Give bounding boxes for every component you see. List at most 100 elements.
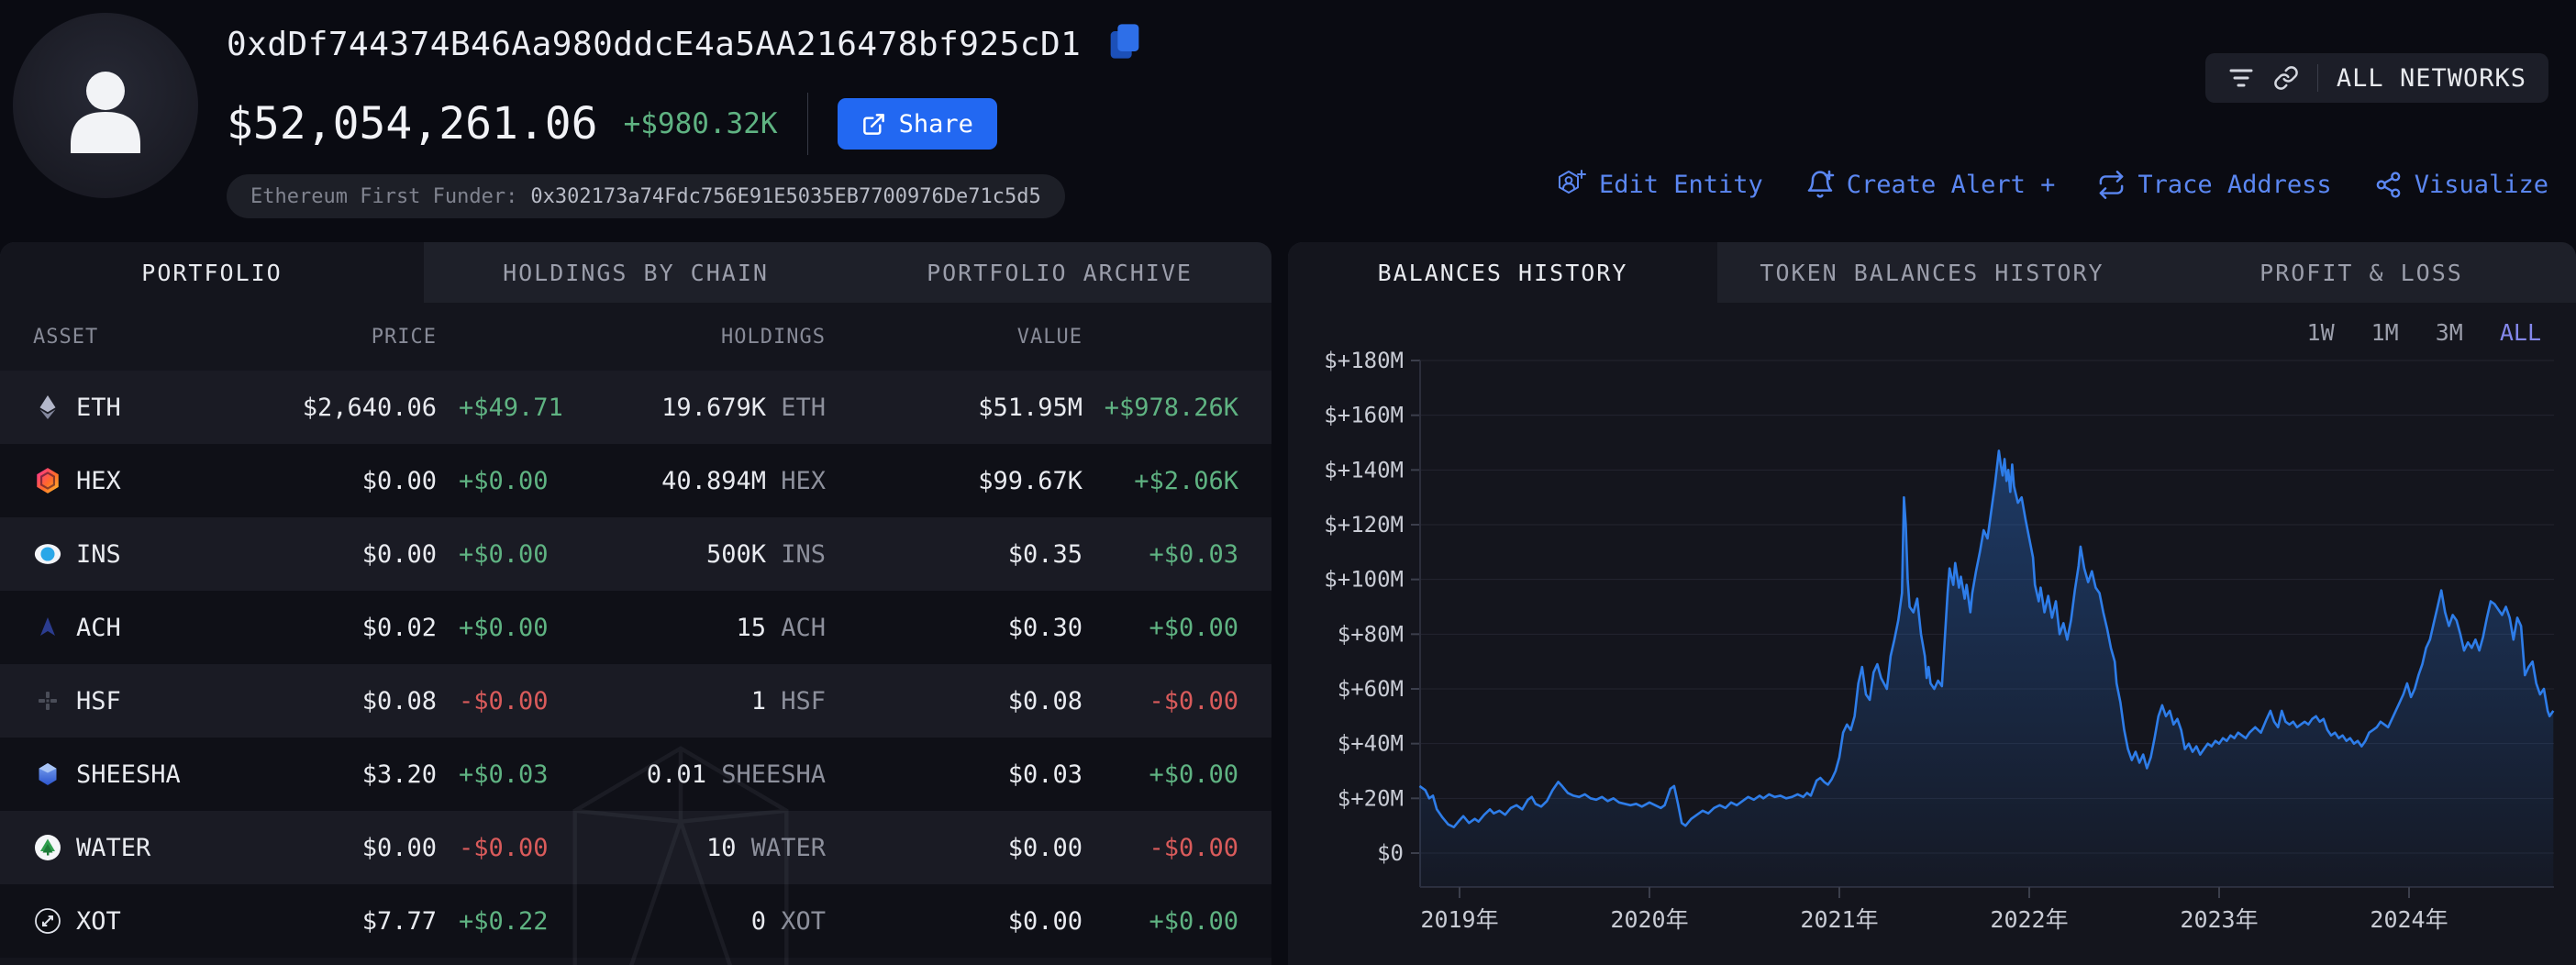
asset-symbol: SHEESHA [76, 760, 181, 789]
tab-holdings-by-chain[interactable]: HOLDINGS BY CHAIN [424, 242, 848, 303]
edit-entity-icon [1554, 169, 1587, 200]
table-row[interactable]: SHEESHA $3.20+$0.030.01 SHEESHA$0.03+$0.0… [0, 738, 1271, 811]
asset-cell: WATER [33, 833, 253, 862]
x-axis-label: 2020年 [1610, 906, 1688, 933]
table-row[interactable]: WATER$0.00-$0.0010 WATER$0.00-$0.00 [0, 811, 1271, 884]
y-axis-label: $+160M [1324, 403, 1404, 428]
table-row[interactable]: INS$0.00+$0.00500K INS$0.35+$0.03 [0, 517, 1271, 591]
price-cell: $0.00 [253, 834, 437, 862]
total-balance: $52,054,261.06 [227, 98, 598, 150]
tab-portfolio[interactable]: PORTFOLIO [0, 242, 424, 303]
value-cell: $0.00 [826, 907, 1083, 936]
price-change: +$0.00 [437, 467, 593, 495]
asset-symbol: INS [76, 540, 121, 569]
holdings-unit: ACH [781, 614, 826, 642]
edit-entity-button[interactable]: Edit Entity [1554, 169, 1763, 200]
price-change: +$0.00 [437, 614, 593, 642]
y-axis-label: $+80M [1338, 621, 1404, 647]
share-button[interactable]: Share [838, 98, 997, 150]
price-cell: $0.02 [253, 614, 437, 642]
holdings-cell: 500K INS [593, 540, 826, 569]
table-row[interactable]: HEX$0.00+$0.0040.894M HEX$99.67K+$2.06K [0, 444, 1271, 517]
holdings-unit: SHEESHA [721, 760, 826, 789]
balances-chart[interactable]: $0$+20M$+40M$+60M$+80M$+100M$+120M$+140M… [1288, 242, 2576, 965]
y-axis-label: $+60M [1338, 676, 1404, 702]
external-link-icon [861, 112, 886, 137]
holdings-unit: HSF [781, 687, 826, 715]
holdings-cell: 10 WATER [593, 834, 826, 862]
value-change: -$0.00 [1083, 687, 1238, 715]
value-change: +$2.06K [1083, 467, 1238, 495]
x-axis-label: 2024年 [2370, 906, 2448, 933]
table-row[interactable]: HSF$0.08-$0.001 HSF$0.08-$0.00 [0, 664, 1271, 738]
chain-link-icon [2273, 65, 2299, 91]
asset-symbol: WATER [76, 834, 150, 862]
table-row[interactable]: ACH$0.02+$0.0015 ACH$0.30+$0.00 [0, 591, 1271, 664]
price-change: +$0.22 [437, 907, 593, 936]
ins-icon [33, 539, 62, 569]
price-cell: $0.00 [253, 467, 437, 495]
table-row[interactable]: XOT$7.77+$0.220 XOT$0.00+$0.00 [0, 884, 1271, 958]
copy-address-icon[interactable] [1106, 20, 1143, 62]
portfolio-tabs: PORTFOLIO HOLDINGS BY CHAIN PORTFOLIO AR… [0, 242, 1271, 303]
value-change: +$0.00 [1083, 907, 1238, 936]
value-change: +$0.00 [1083, 614, 1238, 642]
price-change: -$0.00 [437, 687, 593, 715]
holdings-cell: 19.679K ETH [593, 394, 826, 422]
action-label: Edit Entity [1599, 171, 1763, 199]
value-cell: $0.03 [826, 760, 1083, 789]
visualize-button[interactable]: Visualize [2374, 171, 2548, 199]
asset-cell: INS [33, 539, 253, 569]
x-axis-label: 2022年 [1990, 906, 2068, 933]
trace-address-button[interactable]: Trace Address [2097, 171, 2331, 199]
bell-plus-icon [1805, 170, 1835, 199]
table-row[interactable]: ETH$2,640.06+$49.7119.679K ETH$51.95M+$9… [0, 371, 1271, 444]
create-alert-button[interactable]: Create Alert + [1805, 170, 2056, 199]
holdings-unit: XOT [781, 907, 826, 936]
price-change: +$49.71 [437, 394, 593, 422]
asset-symbol: ACH [76, 614, 121, 642]
asset-symbol: XOT [76, 907, 121, 936]
funder-label: Ethereum First Funder: [250, 185, 517, 208]
first-funder-pill[interactable]: Ethereum First Funder: 0x302173a74Fdc756… [227, 174, 1065, 218]
price-cell: $0.08 [253, 687, 437, 715]
hex-icon [33, 466, 62, 495]
value-cell: $99.67K [826, 467, 1083, 495]
holdings-cell: 0.01 SHEESHA [593, 760, 826, 789]
action-label: Trace Address [2137, 171, 2331, 199]
filter-icon [2227, 66, 2255, 90]
x-axis-label: 2019年 [1420, 906, 1498, 933]
holdings-cell: 40.894M HEX [593, 467, 826, 495]
eth-icon [33, 393, 62, 422]
action-label: Visualize [2415, 171, 2548, 199]
y-axis-label: $+40M [1338, 731, 1404, 757]
asset-symbol: HSF [76, 687, 121, 715]
y-axis-label: $0 [1377, 840, 1404, 866]
sheesha-icon [33, 760, 62, 789]
holdings-cell: 1 HSF [593, 687, 826, 715]
y-axis-label: $+180M [1324, 348, 1404, 373]
table-header: ASSET PRICE HOLDINGS VALUE [0, 303, 1271, 371]
wallet-address: 0xdDf744374B46Aa980ddcE4a5AA216478bf925c… [227, 26, 1081, 63]
hsf-icon [33, 686, 62, 715]
holdings-unit: ETH [781, 394, 826, 422]
value-change: -$0.00 [1083, 834, 1238, 862]
history-card: BALANCES HISTORY TOKEN BALANCES HISTORY … [1288, 242, 2576, 965]
share-label: Share [899, 110, 973, 139]
ach-icon [33, 613, 62, 642]
person-icon [50, 50, 161, 161]
value-cell: $0.30 [826, 614, 1083, 642]
value-change: +$978.26K [1083, 394, 1238, 422]
price-change: +$0.00 [437, 540, 593, 569]
value-change: +$0.00 [1083, 760, 1238, 789]
all-networks-button[interactable]: ALL NETWORKS [2205, 53, 2548, 103]
y-axis-label: $+100M [1324, 567, 1404, 593]
holdings-unit: WATER [751, 834, 826, 862]
price-change: +$0.03 [437, 760, 593, 789]
value-cell: $0.35 [826, 540, 1083, 569]
header-actions: Edit Entity Create Alert + Trace Address… [1554, 169, 2548, 200]
column-price: PRICE [253, 326, 437, 349]
price-cell: $3.20 [253, 760, 437, 789]
column-holdings: HOLDINGS [593, 326, 826, 349]
tab-portfolio-archive[interactable]: PORTFOLIO ARCHIVE [848, 242, 1271, 303]
